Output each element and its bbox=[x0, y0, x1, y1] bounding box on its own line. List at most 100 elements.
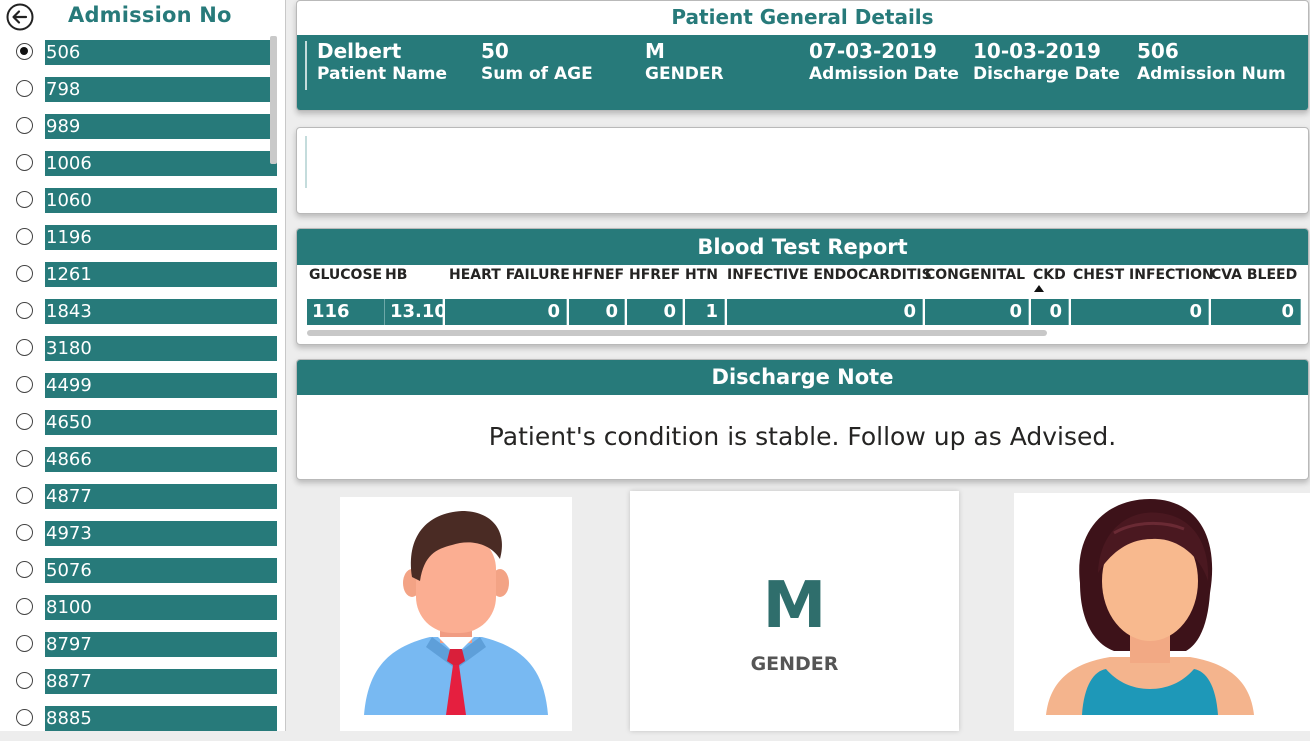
slicer-item[interactable]: 5076 bbox=[0, 556, 285, 593]
kpi-admission-num: 506 Admission Num bbox=[1137, 39, 1286, 85]
slicer-item[interactable]: 506 bbox=[0, 38, 285, 75]
slicer-item-label[interactable]: 4973 bbox=[45, 521, 277, 546]
kpi-icu-duration: 0 ICU Duration bbox=[563, 140, 685, 186]
column-header[interactable]: HFNEF bbox=[572, 267, 624, 283]
male-avatar-icon bbox=[364, 511, 548, 715]
slicer-item[interactable]: 8100 bbox=[0, 593, 285, 630]
slicer-item-label[interactable]: 5076 bbox=[45, 558, 277, 583]
slicer-item[interactable]: 8797 bbox=[0, 630, 285, 667]
kpi-label: Stay Duration bbox=[317, 165, 450, 185]
radio-button[interactable] bbox=[16, 635, 33, 652]
back-arrow-icon[interactable] bbox=[6, 3, 34, 31]
slicer-item-label[interactable]: 1006 bbox=[45, 151, 277, 176]
slicer-item-label[interactable]: 4650 bbox=[45, 410, 277, 435]
radio-button[interactable] bbox=[16, 598, 33, 615]
blood-test-title: Blood Test Report bbox=[297, 229, 1308, 265]
slicer-item[interactable]: 3180 bbox=[0, 334, 285, 371]
slicer-item[interactable]: 1843 bbox=[0, 297, 285, 334]
table-cell: 1 bbox=[685, 299, 725, 325]
radio-button[interactable] bbox=[16, 80, 33, 97]
radio-button[interactable] bbox=[16, 487, 33, 504]
radio-button[interactable] bbox=[16, 339, 33, 356]
slicer-item-label[interactable]: 989 bbox=[45, 114, 277, 139]
column-header[interactable]: GLUCOSE bbox=[309, 267, 382, 283]
slicer-item-label[interactable]: 3180 bbox=[45, 336, 277, 361]
radio-button[interactable] bbox=[16, 228, 33, 245]
general-details-title: Patient General Details bbox=[671, 5, 934, 29]
kpi-value: 0 bbox=[563, 140, 577, 164]
radio-button[interactable] bbox=[16, 191, 33, 208]
slicer-item-label[interactable]: 506 bbox=[45, 40, 277, 65]
slicer-item[interactable]: 1006 bbox=[0, 149, 285, 186]
radio-button[interactable] bbox=[16, 709, 33, 726]
radio-button[interactable] bbox=[16, 265, 33, 282]
radio-button[interactable] bbox=[16, 154, 33, 171]
table-cell: 13.10 bbox=[385, 299, 447, 325]
slicer-list: 506 798 989 1006 1060 1196 1261 1843 3180 4499 465… bbox=[0, 38, 285, 741]
gender-card: M GENDER bbox=[630, 491, 959, 731]
column-header[interactable]: CKD bbox=[1033, 267, 1066, 283]
stay-details-card: 3 Stay Duration 0 ICU Duration N Smoker … bbox=[296, 127, 1309, 214]
column-header[interactable]: CHEST INFECTION bbox=[1073, 267, 1214, 283]
slicer-item[interactable]: 4866 bbox=[0, 445, 285, 482]
radio-button[interactable] bbox=[16, 376, 33, 393]
column-header[interactable]: HB bbox=[385, 267, 407, 283]
radio-button[interactable] bbox=[16, 561, 33, 578]
slicer-item-label[interactable]: 4866 bbox=[45, 447, 277, 472]
slicer-scrollbar[interactable] bbox=[270, 36, 277, 164]
kpi-separator bbox=[305, 41, 307, 90]
gender-label: GENDER bbox=[750, 653, 839, 675]
discharge-note-title: Discharge Note bbox=[297, 360, 1308, 395]
slicer-item-label[interactable]: 798 bbox=[45, 77, 277, 102]
table-horizontal-scrollbar[interactable] bbox=[307, 330, 1047, 336]
kpi-label: Smoker bbox=[809, 165, 882, 185]
radio-button[interactable] bbox=[16, 672, 33, 689]
slicer-item[interactable]: 1261 bbox=[0, 260, 285, 297]
slicer-item[interactable]: 8877 bbox=[0, 667, 285, 704]
column-header[interactable]: CVA BLEED bbox=[1211, 267, 1297, 283]
slicer-item-label[interactable]: 1843 bbox=[45, 299, 277, 324]
radio-button[interactable] bbox=[16, 117, 33, 134]
slicer-item-label[interactable]: 4499 bbox=[45, 373, 277, 398]
kpi-label: Patient Name bbox=[317, 64, 448, 84]
column-header[interactable]: HTN bbox=[685, 267, 718, 283]
column-header[interactable]: HEART FAILURE bbox=[449, 267, 570, 283]
slicer-item-label[interactable]: 1196 bbox=[45, 225, 277, 250]
slicer-item-label[interactable]: 1060 bbox=[45, 188, 277, 213]
column-header[interactable]: INFECTIVE ENDOCARDITIS bbox=[727, 267, 932, 283]
slicer-item-label[interactable]: 8885 bbox=[45, 706, 277, 731]
slicer-item-label[interactable]: 1261 bbox=[45, 262, 277, 287]
female-avatar-panel bbox=[1014, 493, 1310, 731]
discharge-note-card: Discharge Note Patient's condition is st… bbox=[296, 359, 1309, 480]
slicer-item-label[interactable]: 8100 bbox=[45, 595, 277, 620]
column-header[interactable]: CONGENITAL bbox=[925, 267, 1025, 283]
female-avatar-icon bbox=[1046, 499, 1254, 715]
radio-button[interactable] bbox=[16, 302, 33, 319]
sort-ascending-icon[interactable] bbox=[1034, 285, 1044, 292]
kpi-sum-of-age: 50 Sum of AGE bbox=[481, 39, 593, 85]
column-header[interactable]: HFREF bbox=[629, 267, 680, 283]
slicer-item[interactable]: 4877 bbox=[0, 482, 285, 519]
kpi-label: Admission Num bbox=[1137, 64, 1286, 84]
table-cell: 0 bbox=[925, 299, 1029, 325]
slicer-item[interactable]: 1060 bbox=[0, 186, 285, 223]
slicer-item-label[interactable]: 8797 bbox=[45, 632, 277, 657]
slicer-item[interactable]: 4499 bbox=[0, 371, 285, 408]
slicer-item-label[interactable]: 4877 bbox=[45, 484, 277, 509]
slicer-item[interactable]: 989 bbox=[0, 112, 285, 149]
kpi-label: Admission Date bbox=[809, 64, 959, 84]
slicer-item[interactable]: 798 bbox=[0, 75, 285, 112]
radio-button[interactable] bbox=[16, 413, 33, 430]
kpi-label: ICU Duration bbox=[563, 165, 686, 185]
kpi-patient-name: Delbert Patient Name bbox=[317, 39, 447, 85]
radio-button[interactable] bbox=[16, 450, 33, 467]
slicer-item[interactable]: 8885 bbox=[0, 704, 285, 741]
slicer-item[interactable]: 4973 bbox=[0, 519, 285, 556]
table-cell: 0 bbox=[1071, 299, 1209, 325]
radio-button[interactable] bbox=[16, 43, 33, 60]
slicer-item-label[interactable]: 8877 bbox=[45, 669, 277, 694]
slicer-item[interactable]: 4650 bbox=[0, 408, 285, 445]
radio-button[interactable] bbox=[16, 524, 33, 541]
slicer-item[interactable]: 1196 bbox=[0, 223, 285, 260]
patient-general-details-card: Patient General Details Delbert Patient … bbox=[296, 0, 1309, 111]
